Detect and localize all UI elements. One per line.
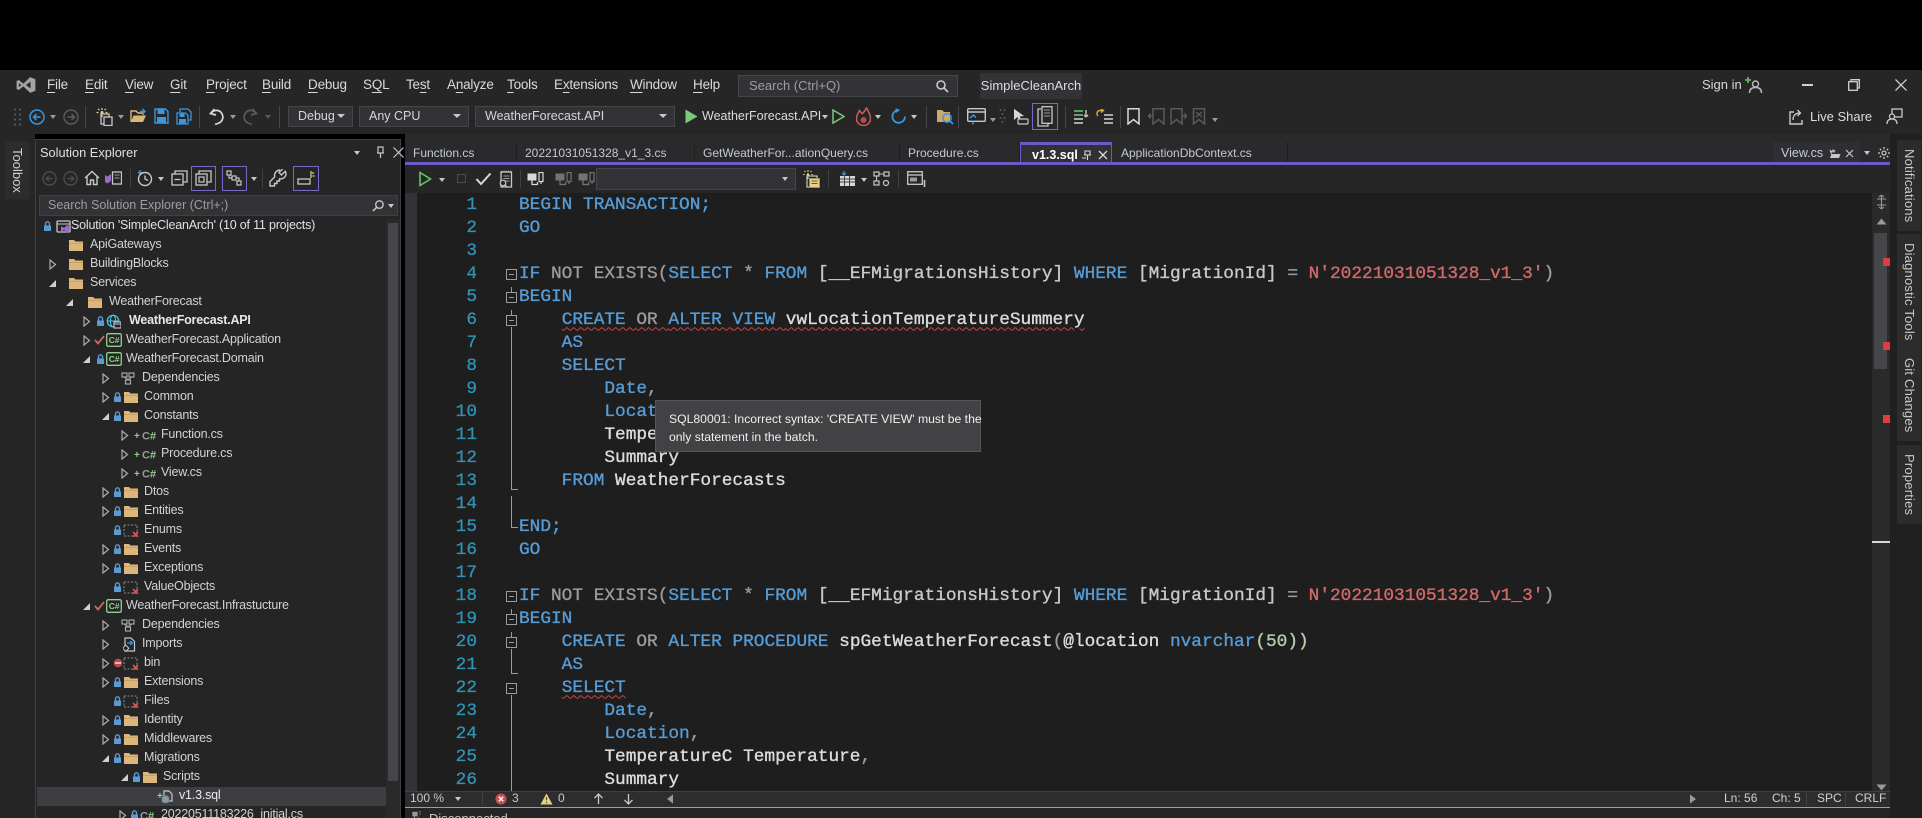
svg-text:#: # — [148, 811, 154, 818]
svg-text:C: C — [142, 469, 150, 481]
svg-text:C#: C# — [109, 354, 120, 364]
svg-text:#: # — [150, 469, 156, 481]
svg-text:C: C — [142, 431, 150, 443]
svg-text:C#: C# — [109, 335, 120, 345]
svg-text:+: + — [134, 450, 140, 461]
svg-text:C: C — [142, 450, 150, 462]
svg-text:C#: C# — [109, 601, 120, 611]
svg-text:+: + — [134, 431, 140, 442]
svg-text:+: + — [134, 469, 140, 480]
svg-text:#: # — [150, 450, 156, 462]
svg-text:C: C — [140, 811, 148, 818]
svg-text:#: # — [150, 431, 156, 443]
